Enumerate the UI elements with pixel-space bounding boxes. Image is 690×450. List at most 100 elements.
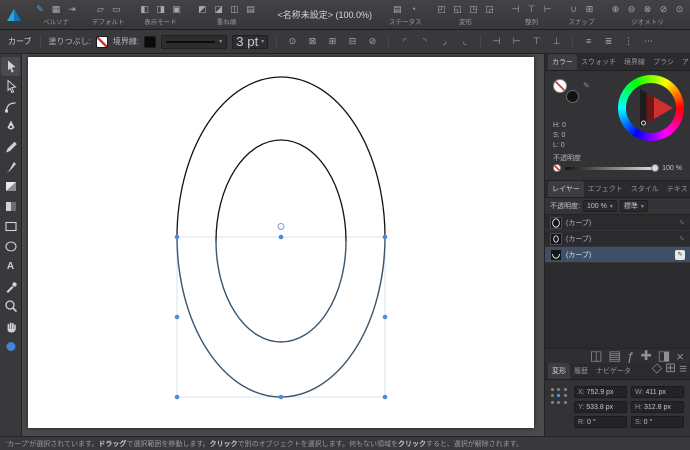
order-to-front-icon[interactable]: ◩ xyxy=(197,3,209,15)
color-picker-tool[interactable] xyxy=(1,277,20,296)
delete-layer-button[interactable]: × xyxy=(676,349,684,364)
canvas-area[interactable] xyxy=(22,54,544,436)
status-panel-icon[interactable]: ▤ xyxy=(391,3,403,15)
view-mode-pixel-icon[interactable]: ◨ xyxy=(155,3,167,15)
align-top-button[interactable]: ⊤ xyxy=(529,34,544,49)
selection-handle-mid-right[interactable] xyxy=(382,314,388,320)
anchor-dot[interactable] xyxy=(551,400,554,404)
tab-history[interactable]: 履歴 xyxy=(570,363,592,379)
anchor-dot[interactable] xyxy=(557,400,561,404)
flip-horizontal-icon[interactable]: ◰ xyxy=(436,3,448,15)
designer-persona-icon[interactable]: ✎ xyxy=(34,3,46,15)
align-top-icon[interactable]: ⊤ xyxy=(526,3,538,15)
layer-thumbnail[interactable] xyxy=(550,216,562,229)
curve-action-button[interactable]: ◞ xyxy=(437,34,452,49)
boolean-divide-icon[interactable]: ⊘ xyxy=(658,3,670,15)
layer-row[interactable]: (カーブ) ✎ xyxy=(545,215,690,231)
space-vertical-button[interactable]: ⋮ xyxy=(621,34,636,49)
outer-curve-top[interactable] xyxy=(176,76,386,238)
curve-action-button[interactable]: ◟ xyxy=(457,34,472,49)
reverse-curve-button[interactable]: ◝ xyxy=(417,34,432,49)
origin-marker[interactable] xyxy=(277,223,285,230)
convert-node-smooth-button[interactable]: ⊠ xyxy=(305,34,320,49)
rotate-ccw-icon[interactable]: ◳ xyxy=(468,3,480,15)
selection-handle-top-right[interactable] xyxy=(382,234,388,240)
layer-row[interactable]: (カーブ) ✎ xyxy=(545,231,690,247)
smooth-curve-button[interactable]: ◜ xyxy=(397,34,412,49)
transparency-tool[interactable] xyxy=(1,197,20,216)
transform-y-field[interactable]: Y: 533.8 px xyxy=(574,401,627,413)
add-mask-button[interactable]: ◫ xyxy=(590,348,603,364)
order-to-back-icon[interactable]: ▤ xyxy=(245,3,257,15)
distribute-vertical-button[interactable]: ≣ xyxy=(601,34,616,49)
vector-brush-tool[interactable] xyxy=(1,157,20,176)
stroke-width-stepper-icon[interactable]: ▾ xyxy=(261,38,264,45)
tab-navigator[interactable]: ナビゲータ xyxy=(592,363,635,379)
transform-s-field[interactable]: S: 0 ° xyxy=(631,416,684,428)
boolean-intersect-icon[interactable]: ⊗ xyxy=(642,3,654,15)
view-tool[interactable] xyxy=(1,317,20,336)
document-page[interactable] xyxy=(28,57,534,428)
align-left-icon[interactable]: ⊣ xyxy=(510,3,522,15)
tab-transform[interactable]: 変形 xyxy=(548,363,570,379)
anchor-dot[interactable] xyxy=(563,388,567,391)
export-persona-icon[interactable]: ⇥ xyxy=(66,3,78,15)
align-right-button[interactable]: ⊢ xyxy=(509,34,524,49)
outer-curve-bottom-selected[interactable] xyxy=(176,236,386,398)
order-forward-icon[interactable]: ◪ xyxy=(213,3,225,15)
align-left-button[interactable]: ⊣ xyxy=(489,34,504,49)
snap-magnet-icon[interactable]: ∪ xyxy=(568,3,580,15)
anchor-dot[interactable] xyxy=(563,400,567,404)
align-bottom-button[interactable]: ⊥ xyxy=(549,34,564,49)
order-backward-icon[interactable]: ◫ xyxy=(229,3,241,15)
inner-curve-bottom-selected[interactable] xyxy=(215,240,347,343)
transform-r-field[interactable]: R: 0 ° xyxy=(574,416,627,428)
rotate-cw-icon[interactable]: ◲ xyxy=(484,3,496,15)
align-right-icon[interactable]: ⊢ xyxy=(542,3,554,15)
layers-opacity-dropdown[interactable]: 100 % ▾ xyxy=(582,200,617,212)
opacity-slider[interactable] xyxy=(565,163,660,172)
sl-triangle[interactable] xyxy=(618,75,684,141)
boolean-combine-icon[interactable]: ⊙ xyxy=(674,3,686,15)
corner-tool[interactable] xyxy=(1,97,20,116)
layer-thumbnail[interactable] xyxy=(550,248,562,261)
anchor-dot[interactable] xyxy=(557,388,561,391)
color-wheel[interactable] xyxy=(618,75,684,141)
transform-w-field[interactable]: W: 411 px xyxy=(631,386,684,398)
stroke-width-input[interactable]: 3 pt ▾ xyxy=(232,34,269,49)
tab-effects[interactable]: エフェクト xyxy=(584,181,627,197)
anchor-dot-selected[interactable] xyxy=(557,394,561,398)
anchor-selector[interactable] xyxy=(551,388,568,405)
distribute-button[interactable]: ≡ xyxy=(581,34,596,49)
join-curves-button[interactable]: ⊞ xyxy=(325,34,340,49)
zoom-tool[interactable] xyxy=(1,297,20,316)
selection-handle-bottom-left[interactable] xyxy=(174,394,180,400)
fill-swatch-circle[interactable] xyxy=(553,79,567,93)
close-curve-button[interactable]: ⊘ xyxy=(365,34,380,49)
transform-x-field[interactable]: X: 752.9 px xyxy=(574,386,627,398)
current-color-indicator[interactable] xyxy=(1,337,20,356)
selection-handle-mid-left[interactable] xyxy=(174,314,180,320)
opacity-slider-knob[interactable] xyxy=(651,163,660,172)
noise-swatch-icon[interactable] xyxy=(553,164,561,172)
flip-vertical-icon[interactable]: ◱ xyxy=(452,3,464,15)
layer-thumbnail[interactable] xyxy=(550,232,562,245)
anchor-dot[interactable] xyxy=(551,394,554,398)
tab-brushes[interactable]: ブラシ xyxy=(649,54,678,70)
tab-appearance[interactable]: アピアランス xyxy=(678,54,690,70)
fill-color-swatch[interactable] xyxy=(95,35,108,48)
view-mode-split-icon[interactable]: ▣ xyxy=(171,3,183,15)
pen-tool[interactable] xyxy=(1,117,20,136)
anchor-dot[interactable] xyxy=(563,394,567,398)
status-info-icon[interactable]: ◔ xyxy=(407,3,419,15)
text-tool[interactable]: A xyxy=(1,257,20,276)
tab-swatches[interactable]: スウォッチ xyxy=(577,54,620,70)
view-mode-vector-icon[interactable]: ◧ xyxy=(139,3,151,15)
open-document-icon[interactable]: ▭ xyxy=(110,3,122,15)
group-layers-button[interactable]: ◨ xyxy=(658,348,671,364)
edit-indicator[interactable]: ✎ xyxy=(675,249,685,260)
selection-handle-top-left[interactable] xyxy=(174,234,180,240)
layer-row-selected[interactable]: (カーブ) ✎ xyxy=(545,247,690,263)
pencil-tool[interactable] xyxy=(1,137,20,156)
new-document-icon[interactable]: ▱ xyxy=(94,3,106,15)
